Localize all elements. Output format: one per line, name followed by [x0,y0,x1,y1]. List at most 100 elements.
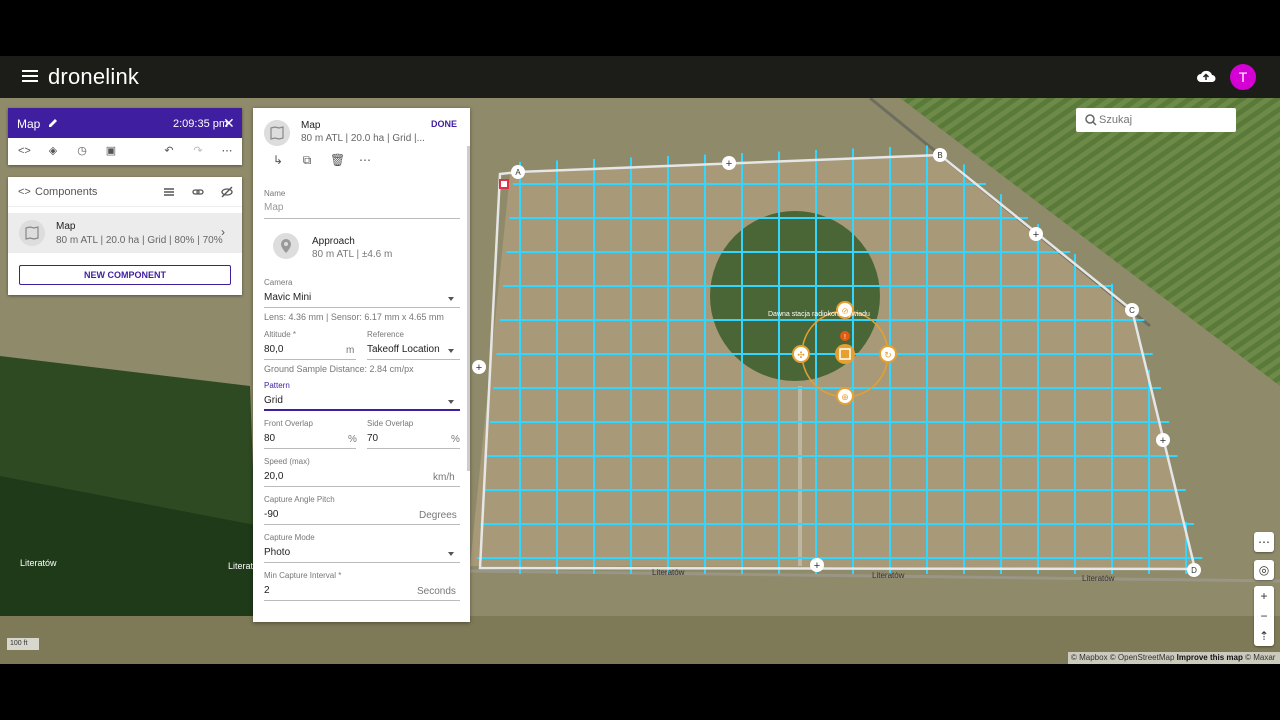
app-logo: dronelink [48,64,140,89]
road-label: Literatów [1082,574,1115,583]
terminal-icon[interactable]: ▣ [105,145,117,157]
vertex-d[interactable]: D [1187,563,1201,577]
side-overlap-label: Side Overlap [367,419,414,428]
vertex-a[interactable]: A [511,165,525,179]
move-handle[interactable]: ✣ [792,345,810,363]
code-icon[interactable]: <> [18,186,31,198]
locate-button[interactable]: ◎ [1254,560,1274,580]
chevron-down-icon [448,552,454,556]
speed-unit: km/h [433,472,455,483]
zoom-out-button[interactable]: − [1254,606,1274,626]
compass-icon[interactable]: ⇡ [1254,626,1274,646]
vertex-b[interactable]: B [933,148,947,162]
svg-text:+: + [726,158,732,170]
capture-mode-label: Capture Mode [264,533,315,542]
add-vertex-handle[interactable]: + [810,558,824,572]
chevron-down-icon [448,349,454,353]
front-overlap-input[interactable]: 80 [264,433,275,444]
component-item-map[interactable]: Map 80 m ATL | 20.0 ha | Grid | 80% | 70… [8,213,242,253]
pattern-select[interactable]: Grid [264,395,283,406]
component-editor: Map 80 m ATL | 20.0 ha | Grid |... DONE … [253,108,470,622]
interval-label: Min Capture Interval * [264,571,342,580]
link-icon[interactable] [192,186,204,198]
reference-label: Reference [367,330,404,339]
road-label: Literatów [872,571,905,580]
altitude-label: Altitude * [264,330,297,339]
svg-text:+: + [1160,435,1166,447]
interval-input[interactable]: 2 [264,585,270,596]
mission-toolbar: <> ◈ ◷ ▣ ↶ ↷ ⋯ [8,138,242,165]
capture-mode-select[interactable]: Photo [264,547,290,558]
new-component-button[interactable]: NEW COMPONENT [19,265,231,285]
scale-bar: 100 ft [7,638,39,650]
svg-text:+: + [476,362,482,374]
mission-time: 2:09:35 pm [173,118,229,130]
field-underline [264,218,460,219]
history-icon[interactable]: ◷ [76,145,88,157]
field-underline [367,448,460,449]
svg-text:B: B [937,151,942,160]
more-icon[interactable]: ⋯ [1254,532,1274,552]
layers-icon[interactable]: ◈ [47,145,59,157]
improve-map-link[interactable]: Improve this map [1177,653,1243,662]
vertex-c[interactable]: C [1125,303,1139,317]
side-overlap-input[interactable]: 70 [367,433,378,444]
avatar[interactable]: T [1230,64,1256,90]
redo-icon[interactable]: ↷ [192,145,204,157]
done-button[interactable]: DONE [431,119,457,129]
locate-icon[interactable]: ◎ [1254,560,1274,580]
pattern-label: Pattern [264,381,290,390]
map-center-handle[interactable] [835,344,855,364]
field-underline [264,409,460,411]
list-icon[interactable] [163,186,175,198]
place-label: Literatów [20,558,57,568]
menu-icon[interactable] [22,70,38,82]
add-vertex-handle[interactable]: + [472,360,486,374]
delete-icon[interactable]: 🗑 [330,154,345,166]
cloud-upload-icon[interactable] [1196,67,1216,85]
approach-subtitle: 80 m ATL | ±4.6 m [312,249,393,260]
name-field[interactable]: Map [264,202,283,213]
field-underline [264,524,460,525]
more-icon[interactable]: ⋯ [221,145,233,157]
mission-panel: Map 2:09:35 pm ✕ <> ◈ ◷ ▣ ↶ ↷ ⋯ [8,108,242,165]
zoom-controls: + − ⇡ [1254,586,1274,646]
interval-unit: Seconds [417,586,456,597]
pitch-input[interactable]: -90 [264,509,278,520]
camera-label: Camera [264,278,293,287]
add-vertex-handle[interactable]: + [1156,433,1170,447]
rotate-handle[interactable]: ↻ [879,345,897,363]
camera-select[interactable]: Mavic Mini [264,292,311,303]
undo-icon[interactable]: ↶ [163,145,175,157]
close-icon[interactable]: ✕ [223,115,235,132]
add-vertex-handle[interactable]: + [722,156,736,170]
zoom-in-button[interactable]: + [1254,586,1274,606]
editor-title: Map [301,120,321,131]
copy-icon[interactable]: ⧉ [301,154,313,166]
map-icon [19,220,45,246]
takeoff-marker[interactable] [499,179,509,189]
search-input[interactable] [1099,111,1229,129]
speed-input[interactable]: 20,0 [264,471,283,482]
redirect-icon[interactable]: ↳ [272,154,284,166]
edit-pencil-icon[interactable] [47,117,59,129]
search-box[interactable] [1076,108,1236,132]
reference-select[interactable]: Takeoff Location [367,344,447,355]
road-label: Literatów [652,568,685,577]
svg-text:A: A [515,168,521,177]
code-icon[interactable]: <> [18,145,31,157]
visibility-off-icon[interactable] [221,186,233,198]
scale-handle[interactable]: ⊕ [836,387,854,405]
more-icon[interactable]: ⋯ [359,154,371,166]
add-vertex-handle[interactable]: + [1029,227,1043,241]
altitude-input[interactable]: 80,0 [264,344,283,355]
more-button[interactable]: ⋯ [1254,532,1274,552]
top-bar: dronelink T [0,56,1280,98]
svg-text:+: + [1033,229,1039,241]
attribution-text: © Mapbox © OpenStreetMap [1071,653,1177,662]
approach-title[interactable]: Approach [312,236,355,247]
scrollbar[interactable] [467,146,470,471]
map-icon [264,120,290,146]
field-underline [367,359,460,360]
warning-badge: ! [840,331,850,341]
